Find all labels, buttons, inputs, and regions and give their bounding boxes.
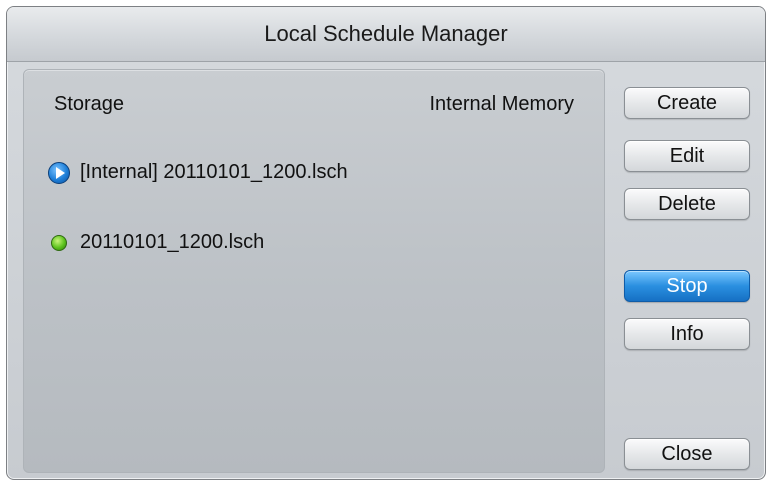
stop-button[interactable]: Stop	[624, 270, 750, 302]
schedule-item-label: [Internal] 20110101_1200.lsch	[80, 161, 348, 183]
schedule-item-local[interactable]: 20110101_1200.lsch	[48, 231, 264, 254]
schedule-item-internal[interactable]: [Internal] 20110101_1200.lsch	[48, 161, 348, 184]
dialog-title: Local Schedule Manager	[264, 21, 508, 46]
schedule-manager-dialog: Local Schedule Manager Storage Internal …	[6, 6, 766, 480]
create-button[interactable]: Create	[624, 87, 750, 119]
play-icon	[48, 161, 70, 184]
schedule-list-panel: Storage Internal Memory [Internal] 20110…	[23, 69, 605, 473]
info-button[interactable]: Info	[624, 318, 750, 350]
close-button[interactable]: Close	[624, 438, 750, 470]
storage-label: Storage	[54, 93, 125, 115]
edit-button[interactable]: Edit	[624, 140, 750, 172]
delete-button[interactable]: Delete	[624, 188, 750, 220]
schedule-item-label: 20110101_1200.lsch	[80, 231, 265, 253]
title-bar: Local Schedule Manager	[7, 7, 765, 62]
storage-row: Storage Internal Memory	[54, 93, 574, 116]
storage-value: Internal Memory	[429, 93, 575, 115]
green-dot-icon	[51, 234, 67, 251]
